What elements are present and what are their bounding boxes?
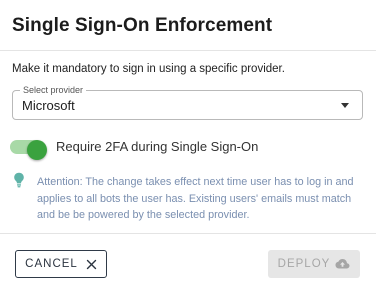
attention-text: Attention: The change takes effect next … xyxy=(37,176,354,221)
provider-select-label: Select provider xyxy=(20,84,87,96)
toggle-knob[interactable] xyxy=(27,140,47,160)
cloud-upload-icon[interactable] xyxy=(335,258,350,270)
close-icon[interactable] xyxy=(86,259,97,270)
provider-select-value[interactable]: Microsoft xyxy=(22,98,75,113)
lightbulb-icon xyxy=(14,172,24,188)
require-2fa-toggle-row[interactable]: Require 2FA during Single Sign-On xyxy=(8,137,308,160)
footer-divider xyxy=(0,233,376,234)
require-2fa-label[interactable]: Require 2FA during Single Sign-On xyxy=(56,139,258,154)
deploy-button[interactable]: DEPLOY xyxy=(268,250,360,278)
sso-enforcement-dialog: Single Sign-On Enforcement Make it manda… xyxy=(0,0,376,289)
header-divider xyxy=(0,50,376,51)
provider-select[interactable]: Select provider Microsoft xyxy=(12,84,363,120)
cancel-button-label[interactable]: CANCEL xyxy=(25,258,78,270)
deploy-button-label[interactable]: DEPLOY xyxy=(278,258,331,270)
cancel-button[interactable]: CANCEL xyxy=(15,250,107,278)
dialog-title: Single Sign-On Enforcement xyxy=(12,15,273,36)
caret-down-icon[interactable] xyxy=(341,103,349,108)
dialog-description: Make it mandatory to sign in using a spe… xyxy=(12,63,285,75)
require-2fa-toggle[interactable] xyxy=(10,140,47,160)
